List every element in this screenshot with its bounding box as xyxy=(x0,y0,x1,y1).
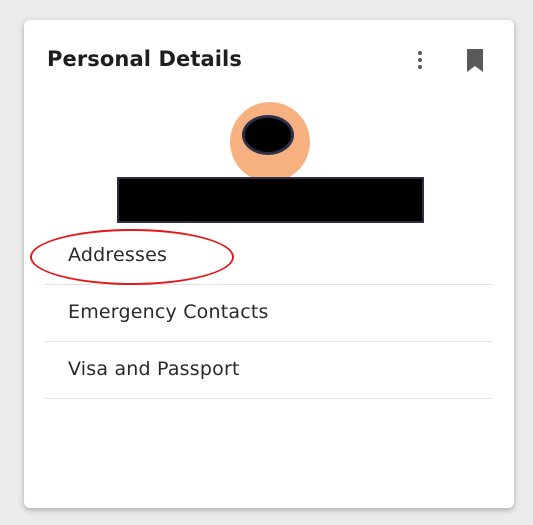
card-title: Personal Details xyxy=(47,47,242,71)
personal-details-card: Personal Details Addresses Emergency Con… xyxy=(24,20,514,508)
more-vert-icon xyxy=(418,51,422,55)
page: Personal Details Addresses Emergency Con… xyxy=(0,0,533,525)
bookmark-button[interactable] xyxy=(464,48,486,74)
menu-item-label: Visa and Passport xyxy=(68,358,240,380)
bookmark-icon xyxy=(467,49,483,72)
menu-item-label: Emergency Contacts xyxy=(68,301,269,323)
avatar-redaction xyxy=(242,115,294,155)
menu-item-visa-and-passport[interactable]: Visa and Passport xyxy=(45,342,492,399)
avatar xyxy=(230,102,310,182)
name-redaction xyxy=(117,177,424,223)
personal-details-menu: Addresses Emergency Contacts Visa and Pa… xyxy=(45,228,492,399)
menu-item-emergency-contacts[interactable]: Emergency Contacts xyxy=(45,285,492,342)
more-options-button[interactable] xyxy=(408,44,432,76)
menu-item-addresses[interactable]: Addresses xyxy=(45,228,492,285)
menu-item-label: Addresses xyxy=(68,244,168,266)
